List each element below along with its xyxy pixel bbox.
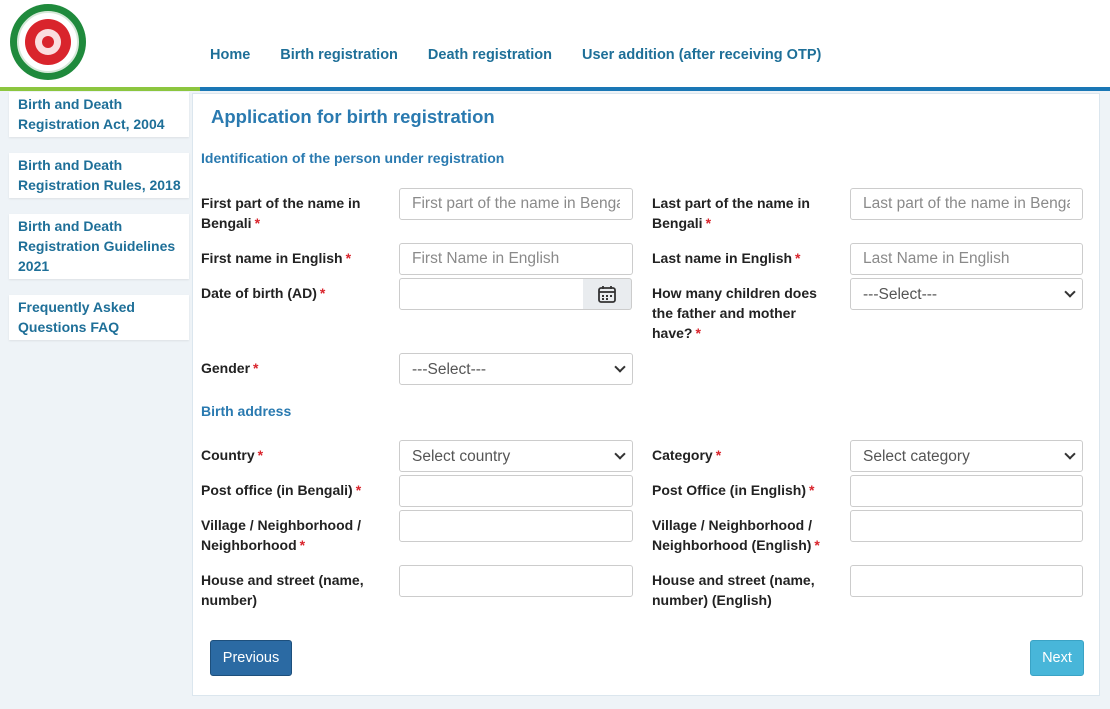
calendar-button[interactable] — [583, 278, 632, 310]
last-name-bn-input[interactable] — [850, 188, 1083, 220]
previous-button[interactable]: Previous — [210, 640, 292, 676]
required-mark: * — [809, 482, 815, 498]
house-en-input[interactable] — [850, 565, 1083, 597]
children-count-select[interactable]: ---Select--- — [850, 278, 1083, 310]
section-title-birth-address: Birth address — [201, 403, 292, 419]
last-name-bn-label: Last part of the name in Bengali * — [652, 195, 810, 231]
required-mark: * — [705, 215, 712, 231]
required-mark: * — [257, 447, 264, 463]
sidebar-item-label: Birth and Death — [18, 96, 123, 112]
nav-death-registration[interactable]: Death registration — [428, 47, 552, 63]
required-mark: * — [319, 285, 326, 301]
house-bn-input[interactable] — [399, 565, 633, 597]
logo-seal — [17, 11, 79, 73]
gender-select-wrap: ---Select--- — [399, 353, 633, 385]
sidebar-item-label: Birth and Death — [18, 218, 123, 234]
house-en-label: House and street (name, number) (English… — [652, 572, 815, 608]
sidebar-item-label: Registration Rules, 2018 — [18, 177, 181, 193]
category-select-wrap: Select category — [850, 440, 1083, 472]
sidebar-item-label: Registration Guidelines — [18, 238, 176, 254]
sidebar: Birth and Death Registration Act, 2004 B… — [9, 92, 189, 356]
gender-label: Gender * — [201, 360, 259, 376]
village-en-label: Village / Neighborhood / Neighborhood (E… — [652, 517, 820, 553]
required-mark: * — [355, 482, 362, 498]
children-count-select-wrap: ---Select--- — [850, 278, 1083, 310]
top-nav: Home Birth registration Death registrati… — [210, 47, 821, 63]
sidebar-item-label: Registration Act, 2004 — [18, 116, 165, 132]
first-name-bn-input[interactable] — [399, 188, 633, 220]
first-name-en-input[interactable] — [399, 243, 633, 275]
last-name-en-label: Last name in English * — [652, 250, 801, 266]
country-select[interactable]: Select country — [399, 440, 633, 472]
required-mark: * — [695, 325, 701, 341]
nav-birth-registration[interactable]: Birth registration — [280, 47, 398, 63]
nav-home[interactable]: Home — [210, 47, 250, 63]
required-mark: * — [253, 360, 259, 376]
first-name-bn-label: First part of the name in Bengali * — [201, 195, 361, 231]
post-office-bn-label: Post office (in Bengali) * — [201, 482, 362, 498]
children-count-label: How many children does the father and mo… — [652, 285, 817, 341]
nav-user-addition[interactable]: User addition (after receiving OTP) — [582, 47, 821, 63]
post-office-en-input[interactable] — [850, 475, 1083, 507]
logo-emblem — [25, 19, 71, 65]
next-button[interactable]: Next — [1030, 640, 1084, 676]
calendar-icon — [598, 286, 616, 303]
sidebar-item-guidelines-2021[interactable]: Birth and Death Registration Guidelines … — [9, 214, 189, 279]
required-mark: * — [345, 250, 352, 266]
section-title-identification: Identification of the person under regis… — [201, 150, 505, 166]
header-divider-blue — [200, 87, 1110, 91]
logo[interactable] — [10, 4, 86, 80]
page-title: Application for birth registration — [211, 106, 495, 127]
first-name-en-label: First name in English * — [201, 250, 352, 266]
required-mark: * — [254, 215, 261, 231]
sidebar-item-act-2004[interactable]: Birth and Death Registration Act, 2004 — [9, 92, 189, 137]
required-mark: * — [814, 537, 820, 553]
sidebar-item-faq[interactable]: Frequently Asked Questions FAQ — [9, 295, 189, 340]
house-bn-label: House and street (name, number) — [201, 572, 364, 608]
registration-form-panel: Application for birth registration Ident… — [192, 93, 1100, 696]
required-mark: * — [299, 537, 306, 553]
sidebar-item-label: Questions FAQ — [18, 319, 120, 335]
dob-input[interactable] — [399, 278, 585, 310]
post-office-en-label: Post Office (in English) * — [652, 482, 815, 498]
last-name-en-input[interactable] — [850, 243, 1083, 275]
sidebar-item-rules-2018[interactable]: Birth and Death Registration Rules, 2018 — [9, 153, 189, 198]
country-select-wrap: Select country — [399, 440, 633, 472]
village-bn-label: Village / Neighborhood / Neighborhood * — [201, 517, 361, 553]
sidebar-item-label: 2021 — [18, 258, 50, 274]
required-mark: * — [795, 250, 801, 266]
post-office-bn-input[interactable] — [399, 475, 633, 507]
dob-label: Date of birth (AD) * — [201, 285, 326, 301]
village-bn-input[interactable] — [399, 510, 633, 542]
required-mark: * — [715, 447, 722, 463]
gender-select[interactable]: ---Select--- — [399, 353, 633, 385]
category-select[interactable]: Select category — [850, 440, 1083, 472]
sidebar-item-label: Birth and Death — [18, 157, 123, 173]
category-label: Category * — [652, 447, 722, 463]
header-divider-green — [0, 87, 200, 91]
village-en-input[interactable] — [850, 510, 1083, 542]
header: Home Birth registration Death registrati… — [0, 0, 1110, 87]
sidebar-item-label: Frequently Asked — [18, 299, 135, 315]
country-label: Country * — [201, 447, 264, 463]
